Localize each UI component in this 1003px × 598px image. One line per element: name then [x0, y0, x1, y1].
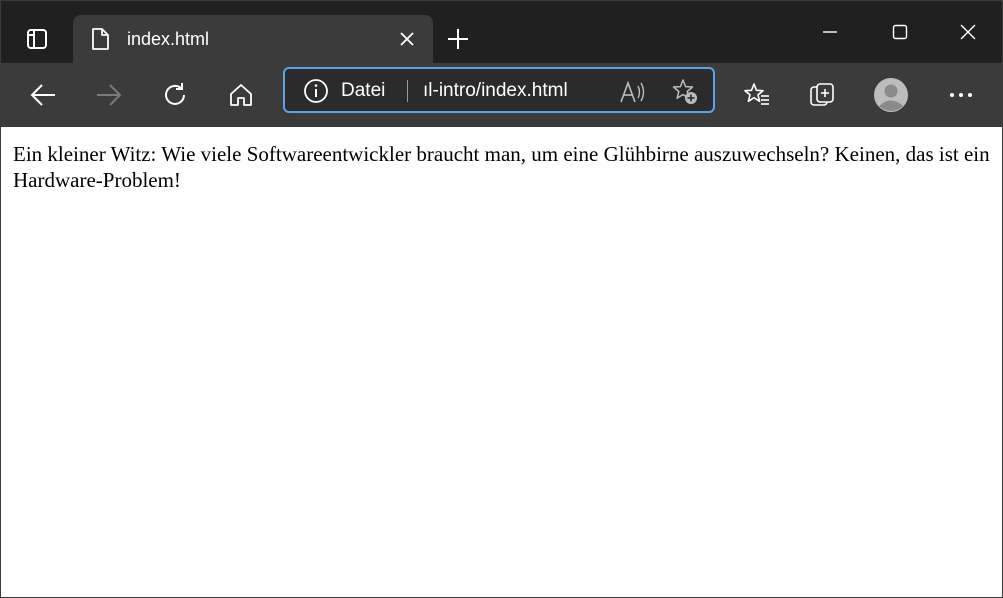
page-text: Ein kleiner Witz: Wie viele Softwareentw… [13, 142, 990, 192]
address-bar[interactable]: Datei ıl-intro/index.html [283, 67, 715, 113]
browser-toolbar: Datei ıl-intro/index.html [1, 63, 1002, 127]
favorites-button[interactable] [737, 75, 777, 115]
more-button[interactable] [941, 75, 981, 115]
plus-icon [448, 29, 468, 49]
favorites-icon [744, 83, 769, 105]
forward-button[interactable] [89, 75, 129, 115]
document-icon [89, 27, 111, 51]
close-icon[interactable] [395, 27, 419, 51]
refresh-button[interactable] [155, 75, 195, 115]
arrow-right-icon [97, 84, 122, 106]
new-tab-button[interactable] [443, 25, 473, 53]
arrow-left-icon [30, 84, 55, 106]
home-button[interactable] [221, 75, 261, 115]
collections-icon [810, 83, 834, 106]
tab-title: index.html [127, 29, 210, 49]
browser-window: index.html Datei ıl-intro/index.html Ein… [0, 0, 1003, 598]
tab-strip: index.html [1, 1, 1002, 63]
avatar-icon [874, 78, 908, 112]
page-content: Ein kleiner Witz: Wie viele Softwareentw… [1, 127, 1002, 597]
address-url[interactable]: ıl-intro/index.html [423, 79, 599, 103]
tab-actions-icon[interactable] [19, 25, 55, 53]
info-icon[interactable] [303, 78, 329, 104]
more-icon [950, 93, 972, 97]
maximize-icon [892, 24, 908, 40]
refresh-icon [165, 83, 185, 105]
back-button[interactable] [23, 75, 63, 115]
collections-button[interactable] [803, 75, 843, 115]
minimize-icon [823, 31, 837, 33]
read-aloud-icon[interactable] [619, 78, 647, 106]
address-separator [407, 80, 408, 102]
profile-button[interactable] [871, 75, 911, 115]
window-close-button[interactable] [945, 11, 991, 53]
star-add-icon[interactable] [671, 78, 699, 106]
tab-index-html[interactable]: index.html [73, 15, 433, 63]
minimize-button[interactable] [807, 11, 853, 53]
maximize-button[interactable] [877, 11, 923, 53]
home-icon [230, 84, 252, 106]
address-scheme-label: Datei [341, 80, 386, 101]
close-icon [960, 24, 976, 40]
